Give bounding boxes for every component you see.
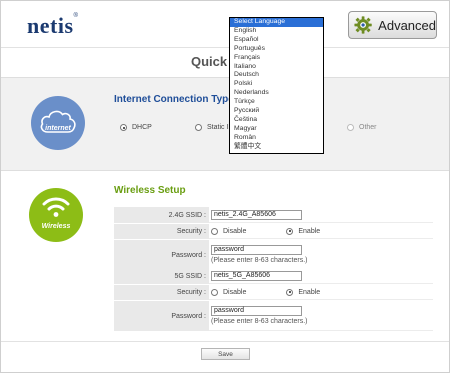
password-24-input[interactable]: password (211, 245, 302, 255)
language-option[interactable]: 繁體中文 (230, 143, 323, 152)
netis-logo: netis® (27, 13, 78, 39)
ssid-5-label: 5G SSID : (114, 268, 209, 284)
save-button[interactable]: Save (201, 348, 250, 360)
password-24-row: Password : password (Please enter 8-63 c… (114, 240, 433, 271)
language-option[interactable]: Polski (230, 80, 323, 89)
wireless-section-title: Wireless Setup (114, 185, 186, 196)
other-radio[interactable] (347, 124, 354, 131)
language-option[interactable]: Italiano (230, 63, 323, 72)
security-5-label: Security : (114, 285, 209, 300)
security-24-disable-label: Disable (223, 227, 247, 235)
language-option[interactable]: Türkçe (230, 98, 323, 107)
dhcp-option[interactable]: DHCP (120, 124, 152, 131)
security-5-enable-label: Enable (298, 288, 321, 296)
password-24-hint: (Please enter 8-63 characters.) (211, 257, 308, 264)
header-divider (1, 47, 449, 48)
other-option[interactable]: Other (347, 124, 377, 131)
registered-mark: ® (73, 13, 79, 19)
advanced-button-label: Advanced (378, 17, 436, 33)
language-option[interactable]: Čeština (230, 116, 323, 125)
language-option[interactable]: Español (230, 36, 323, 45)
wifi-icon (42, 197, 70, 217)
gear-icon (354, 16, 372, 34)
language-option[interactable]: Magyar (230, 125, 323, 134)
ssid-24-row: 2.4G SSID : netis_2.4G_A85606 (114, 207, 433, 224)
language-option[interactable]: English (230, 27, 323, 36)
static-ip-option[interactable]: Static IP (195, 124, 233, 131)
dhcp-radio[interactable] (120, 124, 127, 131)
logo-text: netis (27, 13, 74, 38)
security-24-disable-radio[interactable] (211, 227, 218, 235)
security-5-row: Security : Disable Enable (114, 285, 433, 301)
language-option[interactable]: Français (230, 54, 323, 63)
language-dropdown[interactable]: Select Language English Español Portuguê… (229, 17, 324, 154)
security-5-disable-radio[interactable] (211, 288, 218, 296)
internet-section-title: Internet Connection Type (114, 94, 234, 105)
ssid-5-input[interactable]: netis_5G_A85606 (211, 270, 302, 281)
ssid-24-label: 2.4G SSID : (114, 207, 209, 223)
internet-icon: internet (31, 96, 85, 150)
password-5-hint: (Please enter 8-63 characters.) (211, 318, 308, 325)
other-label: Other (359, 124, 377, 131)
wireless-icon: Wireless (29, 188, 83, 242)
password-5-label: Password : (114, 301, 209, 331)
security-24-enable-radio[interactable] (286, 227, 294, 235)
security-5-enable-radio[interactable] (286, 288, 294, 296)
language-option[interactable]: Nederlands (230, 89, 323, 98)
static-ip-radio[interactable] (195, 124, 202, 131)
security-5-disable-label: Disable (223, 288, 247, 296)
language-option[interactable]: Deutsch (230, 71, 323, 80)
advanced-button[interactable]: Advanced (348, 11, 437, 39)
internet-icon-label: internet (45, 125, 71, 132)
password-24-label: Password : (114, 240, 209, 270)
security-24-label: Security : (114, 224, 209, 239)
password-5-row: Password : password (Please enter 8-63 c… (114, 301, 433, 332)
password-5-input[interactable]: password (211, 306, 302, 316)
security-24-row: Security : Disable Enable (114, 224, 433, 240)
wireless-icon-label: Wireless (41, 223, 71, 230)
dhcp-label: DHCP (132, 124, 152, 131)
ssid-5-row: 5G SSID : netis_5G_A85606 (114, 268, 433, 285)
language-option[interactable]: Select Language (230, 18, 323, 27)
language-option[interactable]: Português (230, 45, 323, 54)
wireless-24g-form: 2.4G SSID : netis_2.4G_A85606 Security :… (114, 207, 433, 271)
ssid-24-input[interactable]: netis_2.4G_A85606 (211, 209, 302, 220)
language-option[interactable]: Русский (230, 107, 323, 116)
language-option[interactable]: Român (230, 134, 323, 143)
wireless-5g-form: 5G SSID : netis_5G_A85606 Security : Dis… (114, 268, 433, 332)
footer-divider (1, 341, 449, 342)
security-24-enable-label: Enable (298, 227, 321, 235)
quick-setup-page: netis® Advanced Quick S internet Interne… (0, 0, 450, 373)
